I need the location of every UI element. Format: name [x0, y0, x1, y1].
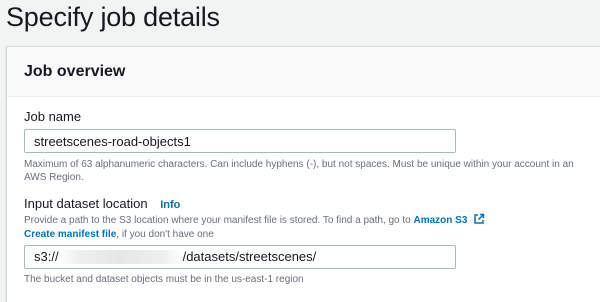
create-manifest-line: Create manifest file, if you don't have …: [24, 228, 584, 241]
external-link-icon[interactable]: [473, 213, 485, 229]
panel-header: Job overview: [7, 47, 600, 97]
amazon-s3-link[interactable]: Amazon S3: [414, 215, 468, 226]
dataset-hint: Provide a path to the S3 location where …: [24, 213, 594, 229]
redacted-bucket-name: [59, 250, 182, 264]
info-link[interactable]: Info: [160, 199, 180, 211]
panel-title: Job overview: [24, 63, 126, 80]
dataset-location-label: Input dataset location Info: [24, 196, 180, 211]
job-name-hint: Maximum of 63 alphanumeric characters. C…: [24, 159, 574, 183]
s3-location-input[interactable]: s3:// /datasets/streetscenes/: [24, 245, 456, 269]
s3-path-suffix: /datasets/streetscenes/: [182, 249, 317, 264]
create-manifest-suffix: , if you don't have one: [116, 229, 214, 240]
create-manifest-link[interactable]: Create manifest file: [24, 229, 116, 240]
region-hint: The bucket and dataset objects must be i…: [24, 274, 304, 285]
dataset-location-label-text: Input dataset location: [24, 196, 148, 211]
job-name-input[interactable]: [24, 129, 456, 153]
s3-prefix: s3://: [34, 249, 59, 264]
job-name-label: Job name: [24, 109, 82, 124]
job-overview-panel: Job overview Job name Maximum of 63 alph…: [6, 46, 600, 302]
dataset-hint-text: Provide a path to the S3 location where …: [24, 215, 411, 226]
page-title: Specify job details: [6, 2, 220, 32]
